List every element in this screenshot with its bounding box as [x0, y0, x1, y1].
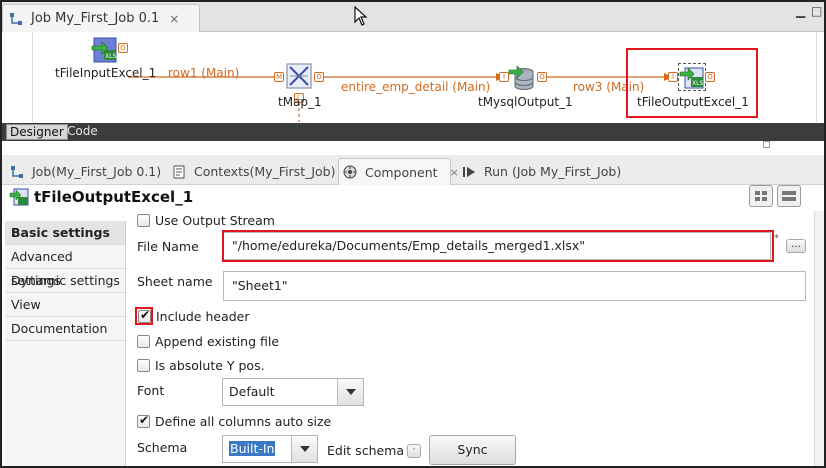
nav-dynamic-settings[interactable]: Dynamic settings — [5, 269, 125, 293]
chevron-down-icon[interactable] — [291, 436, 317, 462]
font-select[interactable]: Default — [222, 378, 364, 406]
output-component-highlight — [626, 48, 758, 118]
file-name-label: File Name — [137, 239, 199, 254]
minimize-icon[interactable]: ▁ — [796, 4, 805, 18]
settings-scrollbar[interactable] — [814, 211, 824, 466]
tab-component[interactable]: Component × — [338, 158, 459, 185]
chevron-down-icon[interactable] — [337, 379, 363, 405]
form-view-button[interactable] — [777, 185, 801, 207]
font-label: Font — [137, 383, 165, 398]
file-input-excel-component[interactable]: XLS — [90, 36, 118, 64]
sync-columns-button[interactable]: Sync columns — [429, 435, 516, 465]
font-select-value: Default — [229, 384, 275, 399]
use-output-stream-label: Use Output Stream — [155, 213, 275, 228]
auto-size-columns-label: Define all columns auto size — [155, 414, 332, 429]
output-connector[interactable]: O — [537, 72, 547, 82]
run-icon — [462, 165, 476, 179]
absolute-y-pos-checkbox[interactable] — [137, 359, 150, 372]
include-header-checkbox[interactable] — [138, 308, 151, 323]
tab-designer[interactable]: Designer — [6, 124, 68, 140]
sheet-name-label: Sheet name — [137, 274, 213, 289]
component-title: tFileOutputExcel_1 — [34, 188, 194, 206]
output-connector[interactable]: O — [118, 43, 128, 53]
views-tabbar: Job(My_First_Job 0.1) Contexts(My_First_… — [2, 155, 824, 185]
flow-label[interactable]: entire_emp_detail (Main) — [341, 80, 490, 94]
job-icon — [10, 165, 24, 179]
tab-label: Run (Job My_First_Job) — [484, 164, 622, 179]
nav-basic-settings[interactable]: Basic settings — [5, 221, 125, 245]
excel-input-icon: XLS — [91, 37, 117, 63]
nav-documentation[interactable]: Documentation — [5, 317, 125, 341]
excel-output-icon — [9, 188, 29, 206]
panel-separator — [2, 141, 824, 155]
sheet-name-input[interactable]: "Sheet1" — [223, 271, 806, 301]
component-icon — [343, 165, 357, 179]
edit-schema-label: Edit schema — [327, 443, 405, 458]
schema-select-value: Built-In — [229, 441, 276, 456]
restore-icon[interactable] — [763, 141, 770, 148]
job-tab-title: Job My_First_Job 0.1 — [31, 11, 160, 26]
tab-run[interactable]: Run (Job My_First_Job) — [458, 158, 621, 185]
mysql-output-component[interactable] — [508, 64, 536, 92]
output-connector[interactable]: O — [314, 72, 324, 82]
append-existing-file-checkbox[interactable] — [137, 335, 150, 348]
append-existing-file-label: Append existing file — [155, 334, 280, 349]
component-header: tFileOutputExcel_1 — [2, 185, 824, 211]
job-editor-tabbar: Job My_First_Job 0.1 × ▁ □ — [2, 2, 824, 32]
svg-text:XLS: XLS — [105, 53, 116, 60]
include-header-label: Include header — [156, 309, 250, 324]
flow-label[interactable]: row1 (Main) — [168, 66, 239, 80]
mouse-cursor-icon — [354, 6, 368, 26]
table-view-button[interactable] — [749, 185, 773, 207]
grid-icon — [755, 191, 767, 201]
tab-code[interactable]: Code — [64, 124, 101, 140]
tab-label: Job(My_First_Job 0.1) — [32, 164, 162, 179]
rows-icon — [782, 191, 796, 201]
tmap-icon — [286, 63, 312, 89]
component-label[interactable]: tMap_1 — [278, 95, 322, 109]
close-icon[interactable]: × — [169, 12, 179, 26]
file-name-highlight — [222, 230, 774, 262]
settings-nav: Basic settings Advanced settings Dynamic… — [5, 221, 126, 466]
edit-schema-button[interactable]: · — [407, 444, 421, 458]
component-label[interactable]: tFileInputExcel_1 — [55, 66, 156, 80]
tab-contexts[interactable]: Contexts(My_First_Job) — [168, 158, 336, 185]
tab-label: Contexts(My_First_Job) — [194, 164, 336, 179]
nav-advanced-settings[interactable]: Advanced settings — [5, 245, 125, 288]
browse-button[interactable]: ... — [786, 239, 806, 253]
talend-studio-window: Job My_First_Job 0.1 × ▁ □ XLS O tFileIn… — [0, 0, 826, 468]
job-icon — [9, 12, 23, 26]
tab-label: Component — [365, 164, 438, 180]
job-editor-tab[interactable]: Job My_First_Job 0.1 × — [2, 4, 200, 32]
database-icon — [508, 65, 534, 90]
main-connector[interactable]: M — [274, 72, 284, 82]
contexts-icon — [172, 165, 186, 179]
tmap-component[interactable] — [285, 62, 313, 90]
auto-size-columns-checkbox[interactable] — [137, 413, 150, 428]
basic-settings-panel: Use Output Stream File Name "/home/edure… — [128, 211, 814, 466]
absolute-y-pos-label: Is absolute Y pos. — [155, 358, 265, 373]
nav-view[interactable]: View — [5, 293, 125, 317]
component-label[interactable]: tMysqlOutput_1 — [478, 95, 573, 109]
ellipsis-icon: · — [412, 445, 416, 455]
schema-label: Schema — [137, 440, 188, 455]
schema-select[interactable]: Built-In — [222, 435, 318, 463]
maximize-icon[interactable]: □ — [811, 4, 822, 18]
tab-job[interactable]: Job(My_First_Job 0.1) — [6, 158, 161, 185]
designer-code-bar: Designer Code — [2, 123, 824, 141]
use-output-stream-checkbox[interactable] — [137, 214, 150, 227]
